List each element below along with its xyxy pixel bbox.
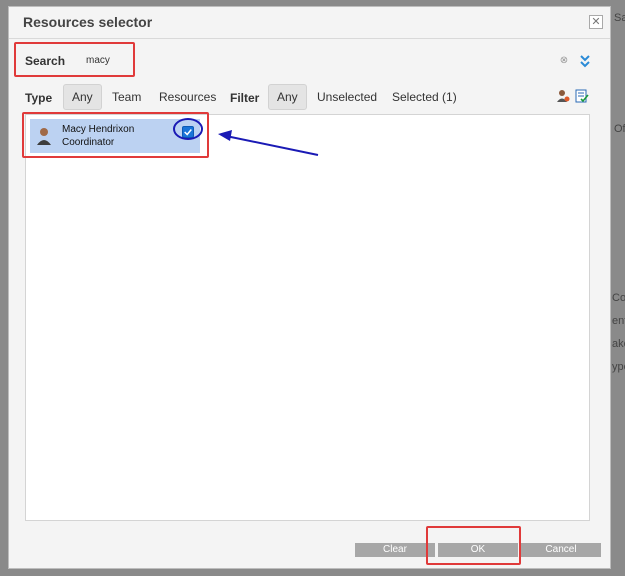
type-option-any[interactable]: Any <box>63 84 102 110</box>
background-text-fragment: Sav <box>614 12 625 24</box>
list-item[interactable]: Macy Hendrixon Coordinator <box>30 119 200 153</box>
background-text-fragment: Off <box>614 123 625 135</box>
filter-option-any[interactable]: Any <box>268 84 307 110</box>
person-avatar-icon <box>37 128 51 145</box>
selected-list-icon[interactable] <box>575 89 589 103</box>
background-text-fragment: ake <box>612 338 625 350</box>
search-label: Search <box>25 54 66 68</box>
dialog-title: Resources selector <box>23 14 153 30</box>
background-text-fragment: ype <box>612 361 625 373</box>
clear-search-icon[interactable]: ⊗ <box>559 56 569 66</box>
cancel-button[interactable]: Cancel <box>521 543 601 557</box>
filter-option-selected[interactable]: Selected (1) <box>384 84 465 110</box>
clear-button[interactable]: Clear <box>355 543 435 557</box>
results-list[interactable]: Macy Hendrixon Coordinator <box>25 114 590 521</box>
type-option-team[interactable]: Team <box>104 84 149 110</box>
ok-button[interactable]: OK <box>438 543 518 557</box>
filter-label: Filter <box>230 91 260 105</box>
type-label: Type <box>25 91 53 105</box>
search-input[interactable] <box>86 52 134 68</box>
dialog-title-bar: Resources selector ✕ <box>9 7 610 39</box>
item-role: Coordinator <box>62 137 115 148</box>
filter-option-unselected[interactable]: Unselected <box>309 84 385 110</box>
item-name: Macy Hendrixon <box>62 124 135 135</box>
double-chevron-down-icon[interactable] <box>579 54 591 68</box>
person-filter-icon[interactable] <box>556 89 570 103</box>
checkmark-icon <box>184 129 192 136</box>
background-text-fragment: ent <box>612 315 625 327</box>
filter-row: Type Any Team Resources Filter Any Unsel… <box>8 84 609 112</box>
type-option-resources[interactable]: Resources <box>151 84 224 110</box>
item-checkbox[interactable] <box>182 126 194 138</box>
close-button[interactable]: ✕ <box>589 15 603 29</box>
background-text-fragment: Co <box>612 292 625 304</box>
